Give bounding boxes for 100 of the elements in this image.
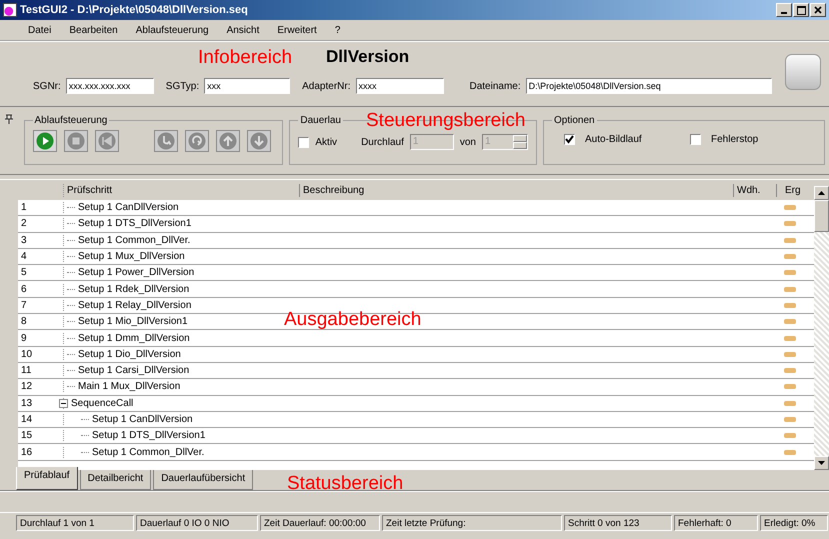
row-number: 11 xyxy=(20,365,32,376)
field-label: AdapterNr: xyxy=(302,80,350,92)
result-pending-icon xyxy=(784,400,796,406)
step-name: Setup 1 Mio_DllVersion1 xyxy=(78,316,188,328)
menu-item[interactable]: ? xyxy=(334,24,340,36)
step-name: SequenceCall xyxy=(71,398,134,409)
app-icon xyxy=(3,3,17,17)
step-name: Setup 1 Power_DllVersion xyxy=(78,267,194,278)
menu-item[interactable]: Datei xyxy=(28,24,52,36)
stop-icon xyxy=(66,132,85,150)
row-number: 6 xyxy=(20,284,28,295)
tab[interactable]: Dauerlaufübersicht xyxy=(153,470,254,490)
row-number: 1 xyxy=(20,202,28,214)
menu-item[interactable]: Erweitert xyxy=(277,24,317,36)
group-legend: Dauerlau xyxy=(298,115,343,126)
step-name: Setup 1 DTS_DllVersion1 xyxy=(92,430,206,442)
result-pending-icon xyxy=(784,270,796,276)
menu-item[interactable]: Ablaufsteuerung xyxy=(136,24,209,36)
result-pending-icon xyxy=(784,450,796,455)
annotation-label: Statusbereich xyxy=(287,474,404,493)
step-name: Setup 1 CanDllVersion xyxy=(92,414,193,425)
tab[interactable]: Prüfablauf xyxy=(16,467,78,490)
status-button[interactable] xyxy=(785,54,821,90)
group-legend: Ablaufsteuerung xyxy=(32,115,110,126)
step-name: Setup 1 Dio_DllVersion xyxy=(78,348,181,360)
row-number: 8 xyxy=(20,316,28,328)
input-field[interactable]: xxxx xyxy=(356,78,444,94)
field-label: von xyxy=(460,136,476,148)
row-number: 13 xyxy=(20,398,34,409)
row-number: 3 xyxy=(20,234,28,246)
field-label: SGTyp: xyxy=(166,80,200,92)
curve-icon xyxy=(156,132,175,150)
result-pending-icon xyxy=(784,302,796,308)
result-pending-icon xyxy=(784,433,796,438)
input-field[interactable]: xxx xyxy=(204,78,290,94)
menu-item[interactable]: Ansicht xyxy=(226,24,260,36)
checkbox[interactable] xyxy=(564,134,575,145)
step-name: Main 1 Mux_DllVersion xyxy=(78,381,180,392)
field-label: Durchlauf xyxy=(361,136,404,148)
checkbox-label: Auto-Bildlauf xyxy=(585,134,642,145)
field-label: SGNr: xyxy=(33,80,61,92)
close-button[interactable] xyxy=(810,3,826,17)
field-label: Dateiname: xyxy=(470,80,521,92)
close-icon xyxy=(814,6,822,14)
maximize-icon xyxy=(796,6,806,14)
window-title: TestGUI2 - D:\Projekte\05048\DllVersion.seq xyxy=(20,4,249,16)
group-legend: Optionen xyxy=(552,115,597,126)
result-pending-icon xyxy=(784,368,796,374)
status-text: Zeit letzte Prüfung: xyxy=(382,515,562,531)
row-number: 9 xyxy=(20,332,28,344)
status-text: Dauerlauf 0 IO 0 NIO xyxy=(136,515,258,531)
status-text: Schritt 0 von 123 xyxy=(564,515,672,531)
step-name: Setup 1 CanDllVersion xyxy=(78,202,179,214)
up-arrow-icon[interactable] xyxy=(818,191,825,195)
pin-icon[interactable] xyxy=(4,114,14,124)
row-number: 10 xyxy=(20,348,34,360)
result-pending-icon xyxy=(784,205,796,210)
input-field[interactable]: xxx.xxx.xxx.xxx xyxy=(66,78,154,94)
result-pending-icon xyxy=(784,417,796,422)
column-header[interactable]: Wdh. xyxy=(733,184,776,196)
row-number: 5 xyxy=(20,267,28,278)
down-arrow-icon[interactable] xyxy=(818,461,825,465)
column-header[interactable]: Beschreibung xyxy=(299,184,733,196)
step-name: Setup 1 Relay_DllVersion xyxy=(78,300,192,311)
checkbox-label: Fehlerstop xyxy=(711,134,758,145)
annotation-label: Infobereich xyxy=(198,48,292,66)
down-icon xyxy=(250,132,268,150)
step-name: Setup 1 Dmm_DllVersion xyxy=(78,332,190,344)
collapse-icon[interactable] xyxy=(59,398,68,408)
scroll-thumb[interactable] xyxy=(814,200,829,232)
result-pending-icon xyxy=(784,336,796,341)
status-text: Durchlauf 1 von 1 xyxy=(16,515,134,531)
step-name: Setup 1 Common_DllVer. xyxy=(78,234,190,246)
menu-item[interactable]: Bearbeiten xyxy=(69,24,118,36)
annotation-label: Steuerungsbereich xyxy=(366,111,526,130)
result-pending-icon xyxy=(784,352,796,357)
tab[interactable]: Detailbericht xyxy=(80,470,152,490)
toolbar-button[interactable] xyxy=(32,130,57,152)
step-name: Setup 1 Carsi_DllVersion xyxy=(78,365,190,376)
minimize-button[interactable] xyxy=(776,3,792,17)
step-name: Setup 1 Mux_DllVersion xyxy=(78,251,185,262)
scrollbar[interactable] xyxy=(814,186,829,470)
sequence-heading: DllVersion xyxy=(326,47,410,67)
up-icon xyxy=(218,132,237,150)
column-header[interactable]: Prüfschritt xyxy=(63,184,299,196)
result-pending-icon xyxy=(784,238,796,243)
maximize-button[interactable] xyxy=(793,3,809,17)
loop-icon xyxy=(188,132,206,150)
row-number: 4 xyxy=(20,251,28,262)
annotation-label: Ausgabebereich xyxy=(284,310,422,329)
step-name: Setup 1 DTS_DllVersion1 xyxy=(78,218,192,230)
input-field[interactable]: D:\Projekte\05048\DllVersion.seq xyxy=(526,78,772,94)
checkbox[interactable] xyxy=(690,134,701,145)
row-number: 7 xyxy=(20,300,28,311)
step-name: Setup 1 Common_DllVer. xyxy=(92,446,204,458)
row-number: 16 xyxy=(20,446,34,458)
row-number: 2 xyxy=(20,218,28,230)
status-text: Fehlerhaft: 0 xyxy=(674,515,758,531)
result-pending-icon xyxy=(784,319,796,324)
status-text: Erledigt: 0% xyxy=(760,515,828,531)
